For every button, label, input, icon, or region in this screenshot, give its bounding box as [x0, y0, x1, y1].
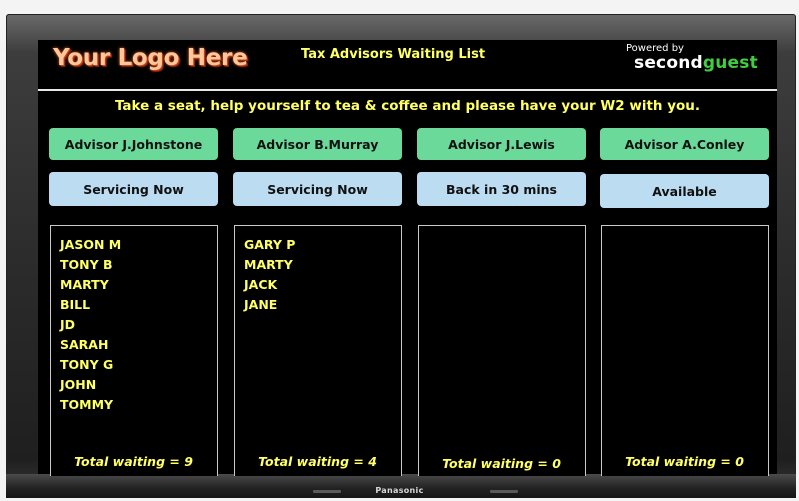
waiting-queue: [601, 225, 769, 476]
queue-item: JOHN: [60, 377, 97, 392]
queue-item: JANE: [244, 297, 278, 312]
total-waiting: Total waiting = 9: [74, 454, 193, 469]
queue-list: GARY P MARTY JACK JANE: [235, 226, 401, 315]
queue-item: SARAH: [60, 337, 109, 352]
queue-list: [419, 226, 585, 235]
advisor-column-murray: Advisor B.Murray Servicing Now GARY P MA…: [233, 128, 402, 476]
queue-item: JASON M: [60, 237, 122, 252]
advisor-column-johnstone: Advisor J.Johnstone Servicing Now JASON …: [49, 128, 218, 476]
brand-word-2: guest: [702, 53, 758, 73]
advisor-name-button[interactable]: Advisor B.Murray: [233, 128, 402, 160]
advisor-column-lewis: Advisor J.Lewis Back in 30 mins Total wa…: [417, 128, 586, 476]
page-title: Tax Advisors Waiting List: [301, 47, 486, 62]
queue-item: GARY P: [244, 237, 296, 252]
header-bar: Your Logo Here Tax Advisors Waiting List…: [38, 40, 777, 91]
company-logo: Your Logo Here: [53, 45, 248, 71]
advisor-name-button[interactable]: Advisor J.Johnstone: [49, 128, 218, 160]
waiting-queue: [418, 225, 586, 476]
advisor-status-button[interactable]: Back in 30 mins: [417, 172, 586, 206]
total-waiting: Total waiting = 4: [258, 454, 377, 469]
queue-item: TOMMY: [60, 397, 114, 412]
queue-item: TONY G: [60, 357, 114, 372]
queue-item: BILL: [60, 297, 91, 312]
advisor-name-button[interactable]: Advisor J.Lewis: [417, 128, 586, 160]
tv-brand-label: Panasonic: [375, 486, 424, 495]
waiting-queue: GARY P MARTY JACK JANE: [234, 225, 402, 476]
advisor-name-button[interactable]: Advisor A.Conley: [600, 128, 769, 160]
brand-word-1: second: [634, 53, 703, 73]
queue-item: TONY B: [60, 257, 113, 272]
display-screen: Your Logo Here Tax Advisors Waiting List…: [38, 40, 777, 476]
queue-item: JACK: [244, 277, 278, 292]
secondguest-logo: secondguest: [634, 53, 758, 73]
advisor-status-button[interactable]: Servicing Now: [49, 172, 218, 206]
queue-item: MARTY: [244, 257, 293, 272]
welcome-banner: Take a seat, help yourself to tea & coff…: [114, 98, 701, 114]
queue-item: MARTY: [60, 277, 109, 292]
total-waiting: Total waiting = 0: [442, 456, 561, 471]
queue-list: JASON M TONY B MARTY BILL JD SARAH TONY …: [51, 226, 217, 415]
advisor-column-conley: Advisor A.Conley Available Total waiting…: [600, 128, 769, 476]
waiting-queue: JASON M TONY B MARTY BILL JD SARAH TONY …: [50, 225, 218, 476]
queue-item: JD: [60, 317, 76, 332]
queue-list: [602, 226, 768, 235]
advisor-status-button[interactable]: Servicing Now: [233, 172, 402, 206]
total-waiting: Total waiting = 0: [625, 454, 744, 469]
advisor-status-button[interactable]: Available: [600, 174, 769, 208]
